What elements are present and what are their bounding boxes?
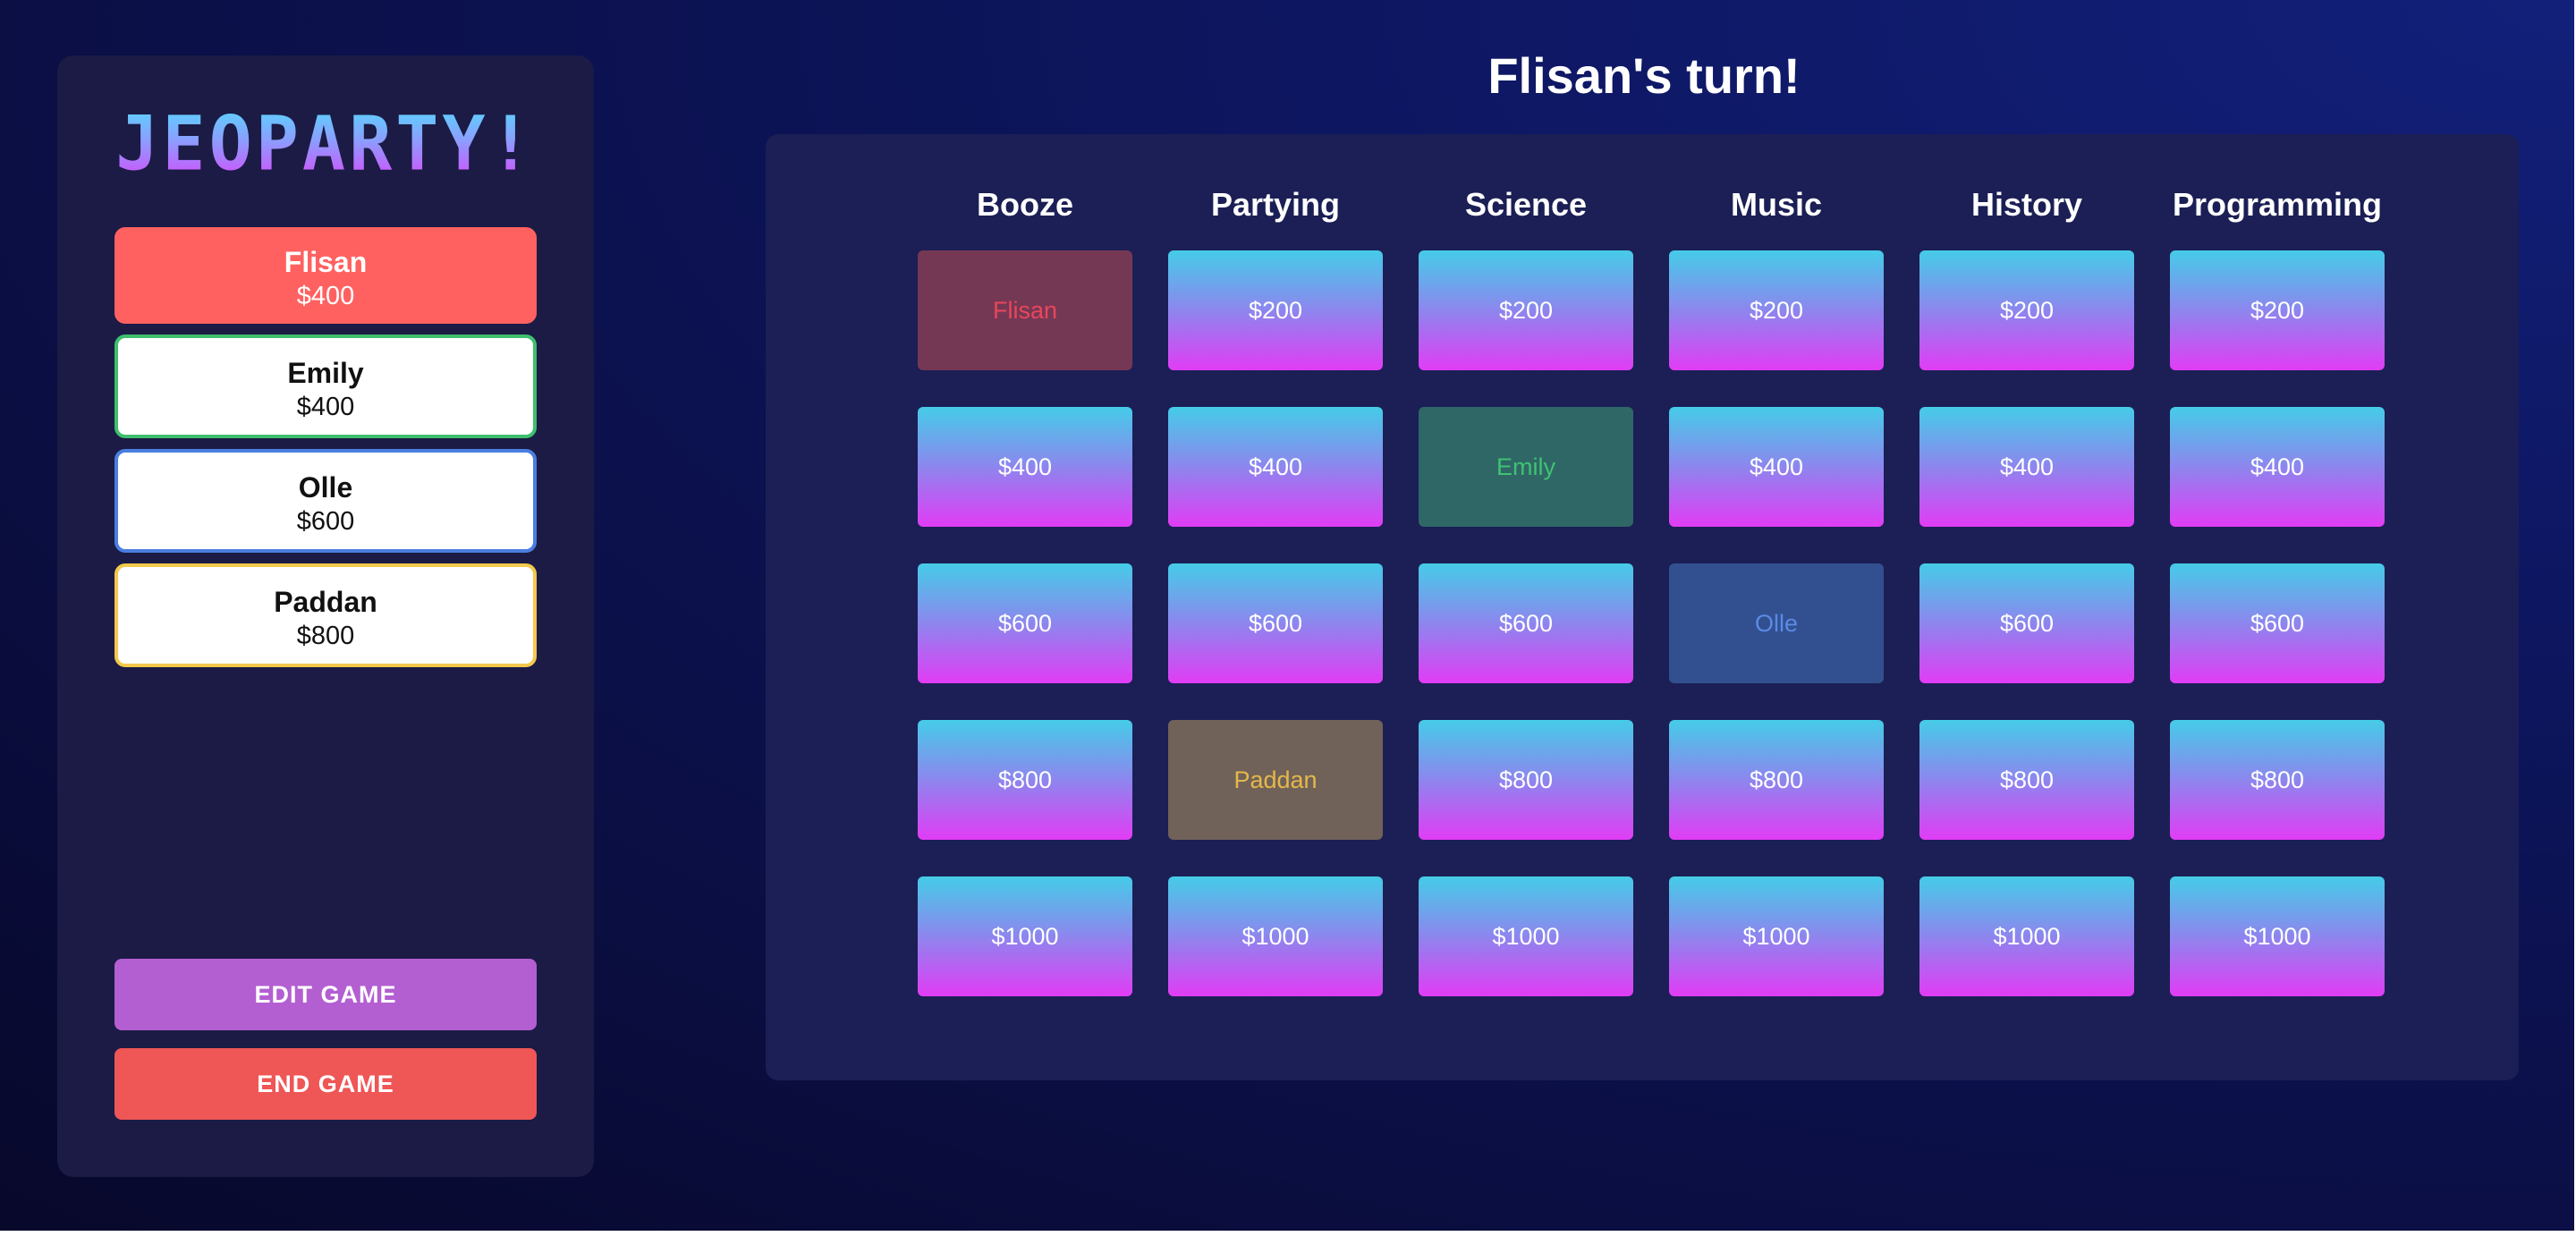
question-tile[interactable]: $1000 bbox=[2170, 876, 2385, 996]
question-tile[interactable]: $600 bbox=[2170, 563, 2385, 683]
category-header: Programming bbox=[2172, 186, 2383, 223]
player-score: $400 bbox=[296, 393, 355, 421]
player-list: Flisan $400 Emily $400 Olle $600 Paddan … bbox=[114, 227, 537, 685]
player-score: $600 bbox=[296, 507, 355, 536]
question-tile[interactable]: $600 bbox=[1419, 563, 1633, 683]
question-tile[interactable]: $1000 bbox=[1669, 876, 1884, 996]
question-tile[interactable]: $200 bbox=[2170, 250, 2385, 370]
question-tile[interactable]: $200 bbox=[1669, 250, 1884, 370]
question-tile[interactable]: $1000 bbox=[1168, 876, 1383, 996]
category-header: Partying bbox=[1210, 186, 1341, 223]
player-name: Olle bbox=[298, 471, 353, 504]
category-header: Music bbox=[1730, 186, 1823, 223]
question-tile[interactable]: $400 bbox=[2170, 407, 2385, 527]
player-score: $400 bbox=[296, 282, 355, 310]
question-tile[interactable]: $400 bbox=[918, 407, 1132, 527]
claimed-tile: Emily bbox=[1419, 407, 1633, 527]
question-tile[interactable]: $200 bbox=[1168, 250, 1383, 370]
question-tile[interactable]: $800 bbox=[918, 720, 1132, 840]
claimed-tile: Olle bbox=[1669, 563, 1884, 683]
claimed-tile: Paddan bbox=[1168, 720, 1383, 840]
sidebar: JEOPARTY! Flisan $400 Emily $400 Olle $6… bbox=[57, 55, 594, 1177]
claimed-tile: Flisan bbox=[918, 250, 1132, 370]
question-tile[interactable]: $800 bbox=[1419, 720, 1633, 840]
player-name: Paddan bbox=[274, 586, 377, 618]
jeoparty-logo: JEOPARTY! bbox=[57, 100, 594, 188]
question-tile[interactable]: $400 bbox=[1168, 407, 1383, 527]
question-tile[interactable]: $400 bbox=[1919, 407, 2134, 527]
question-tile[interactable]: $1000 bbox=[1419, 876, 1633, 996]
question-tile[interactable]: $600 bbox=[918, 563, 1132, 683]
end-game-button[interactable]: END GAME bbox=[114, 1048, 537, 1120]
player-name: Flisan bbox=[284, 246, 368, 278]
question-tile[interactable]: $400 bbox=[1669, 407, 1884, 527]
question-tile[interactable]: $800 bbox=[1919, 720, 2134, 840]
edit-game-button[interactable]: EDIT GAME bbox=[114, 959, 537, 1030]
player-score: $800 bbox=[296, 622, 355, 650]
turn-indicator: Flisan's turn! bbox=[1487, 47, 1801, 104]
question-tile[interactable]: $600 bbox=[1919, 563, 2134, 683]
category-header: History bbox=[1970, 186, 2083, 223]
question-tile[interactable]: $600 bbox=[1168, 563, 1383, 683]
question-tile[interactable]: $1000 bbox=[918, 876, 1132, 996]
game-board: Booze Flisan $400 $600 $800 $1000 Partying $200… bbox=[766, 134, 2519, 1080]
player-name: Emily bbox=[287, 357, 364, 389]
player-card-olle: Olle $600 bbox=[114, 449, 537, 553]
question-tile[interactable]: $800 bbox=[1669, 720, 1884, 840]
question-tile[interactable]: $200 bbox=[1919, 250, 2134, 370]
player-card-paddan: Paddan $800 bbox=[114, 563, 537, 667]
question-tile[interactable]: $200 bbox=[1419, 250, 1633, 370]
category-header: Science bbox=[1464, 186, 1588, 223]
player-card-flisan: Flisan $400 bbox=[114, 227, 537, 324]
question-tile[interactable]: $1000 bbox=[1919, 876, 2134, 996]
category-header: Booze bbox=[977, 186, 1073, 223]
question-tile[interactable]: $800 bbox=[2170, 720, 2385, 840]
player-card-emily: Emily $400 bbox=[114, 334, 537, 438]
